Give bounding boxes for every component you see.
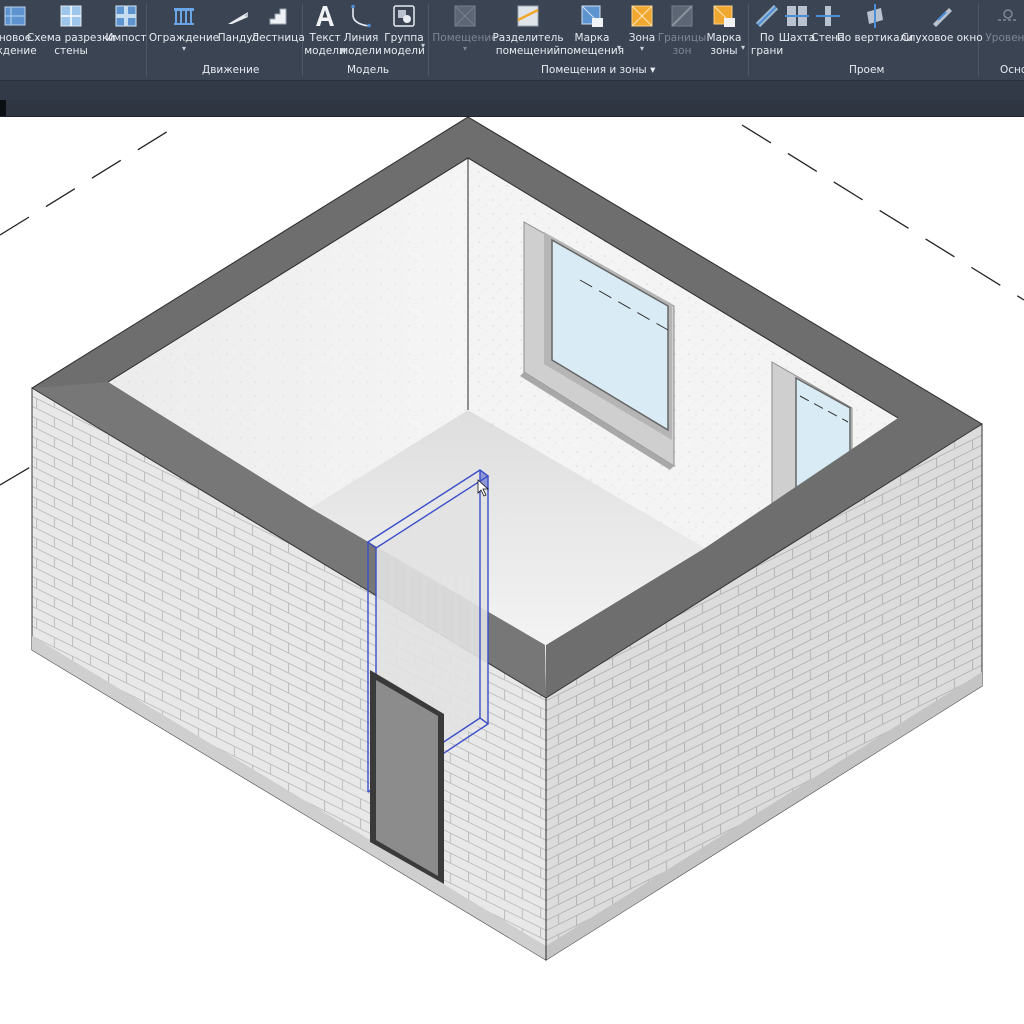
level-button[interactable]: Уровень: [982, 4, 1024, 45]
curtain-grid-label: Схема разрезки стены: [26, 32, 116, 57]
shaft-label: Шахта: [778, 32, 816, 44]
3d-viewport[interactable]: [0, 117, 1024, 1024]
view-tab-bar: [0, 100, 1024, 117]
dormer-icon: [933, 8, 952, 27]
area-tag-label: Марка зоны: [706, 32, 742, 57]
view-tab-marker: [0, 100, 6, 116]
stair-label: Лестница: [251, 32, 305, 44]
railing-dropdown-icon[interactable]: ▾: [182, 45, 186, 53]
room-tag-button[interactable]: Марка помещения: [560, 4, 624, 58]
dormer-button[interactable]: Слуховое окно: [901, 4, 983, 45]
area-boundary-icon: [671, 5, 693, 27]
by-face-icon: [755, 4, 779, 28]
model-text-icon: [316, 6, 334, 26]
room-tag-icon: [581, 5, 603, 27]
area-button[interactable]: Зона ▾: [626, 4, 658, 53]
stair-icon: [269, 8, 287, 25]
panel-title-rooms-label: Помещения и зоны: [541, 64, 647, 76]
ramp-icon: [228, 12, 248, 24]
model-text-button[interactable]: Текст модели: [304, 4, 346, 58]
level-label: Уровень: [985, 32, 1024, 44]
ribbon: новое ждение Схема разрезки стены Импост…: [0, 0, 1024, 80]
dormer-label: Слуховое окно: [901, 32, 983, 44]
mullion-label: Импост: [105, 32, 147, 44]
area-boundary-label: Границы зон: [657, 32, 707, 57]
mullion-button[interactable]: Импост: [106, 4, 146, 45]
panel-title-model[interactable]: Модель: [347, 64, 389, 76]
area-dropdown-icon[interactable]: ▾: [640, 45, 644, 53]
room-button[interactable]: Помещение ▾: [432, 4, 498, 53]
shaft-button[interactable]: Шахта: [778, 4, 816, 45]
curtain-grid-icon: [60, 5, 82, 27]
panel-separator: [428, 4, 429, 76]
stair-button[interactable]: Лестница: [251, 4, 305, 45]
room-dropdown-icon[interactable]: ▾: [463, 45, 467, 53]
model-line-label: Линия модели: [340, 32, 382, 57]
area-tag-dropdown-icon[interactable]: ▾: [741, 44, 745, 52]
railing-icon: [174, 8, 194, 25]
by-face-button[interactable]: По грани: [751, 4, 783, 58]
model-group-icon: [393, 5, 415, 27]
area-tag-icon: [713, 5, 735, 27]
vertical-opening-button[interactable]: По вертикали: [837, 4, 913, 45]
level-icon: [998, 9, 1018, 21]
room-tag-dropdown-icon[interactable]: ▾: [617, 44, 621, 52]
ribbon-tab-strip: [0, 80, 1024, 101]
room-separator-button[interactable]: Разделитель помещений: [492, 4, 564, 58]
wall-opening-icon: [816, 6, 840, 26]
panel-title-rooms[interactable]: Помещения и зоны ▾: [541, 64, 655, 76]
area-tag-button[interactable]: Марка зоны: [704, 4, 744, 58]
room-tag-label: Марка помещения: [559, 32, 625, 57]
room-separator-icon: [517, 5, 539, 27]
shaft-icon: [785, 6, 809, 26]
floor-icon: [4, 6, 26, 26]
mullion-icon: [115, 5, 137, 27]
curtain-grid-button[interactable]: Схема разрезки стены: [27, 4, 115, 58]
room-separator-label: Разделитель помещений: [492, 32, 564, 57]
panel-title-movement[interactable]: Движение: [202, 64, 259, 76]
model-group-button[interactable]: Группа модели: [383, 4, 425, 58]
railing-button[interactable]: Ограждение ▾: [149, 4, 219, 53]
model-group-label: Группа модели: [383, 32, 425, 57]
model-group-dropdown-icon[interactable]: ▾: [421, 42, 425, 50]
model-line-icon: [351, 4, 371, 28]
panel-rooms-dropdown-icon[interactable]: ▾: [650, 64, 655, 76]
panel-title-basis[interactable]: Осно: [1000, 64, 1024, 76]
panel-title-opening[interactable]: Проем: [849, 64, 884, 76]
vertical-opening-icon: [867, 4, 883, 28]
model-line-button[interactable]: Линия модели: [340, 4, 382, 58]
room-icon: [454, 5, 476, 27]
area-icon: [631, 5, 653, 27]
panel-separator: [748, 4, 749, 76]
area-boundary-button[interactable]: Границы зон: [657, 4, 707, 58]
